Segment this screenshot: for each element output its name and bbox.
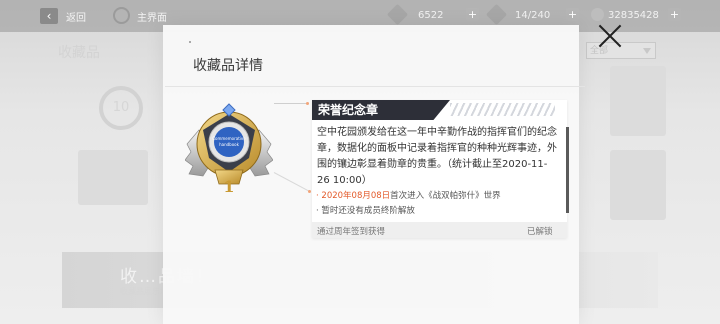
back-button-label[interactable]: 返回 — [66, 9, 86, 24]
collection-page-title: 收藏品 — [58, 45, 100, 61]
coin-count: 32835428 — [608, 10, 659, 21]
medal-label-2: handbook — [219, 142, 239, 147]
home-button-label[interactable]: 主界面 — [137, 9, 167, 24]
entry-text: 首次进入《战双帕弥什》世界 — [390, 191, 501, 201]
unlock-status: 已解锁 — [527, 227, 553, 237]
divider — [165, 86, 585, 87]
unlock-note: 暂时还没有成员终阶解放 — [321, 206, 415, 216]
entry-date: 2020年08月08日 — [321, 191, 391, 201]
back-arrow-icon[interactable]: ‹ — [40, 8, 58, 24]
honor-medal-icon: Commemorative handbook 1 — [185, 103, 273, 195]
collection-item-circle[interactable]: 10 — [99, 86, 143, 130]
add-coins-button[interactable]: + — [668, 8, 681, 21]
header-stripes — [450, 103, 555, 116]
item-name: 荣誉纪念章 — [318, 103, 379, 117]
storage-count: 14/240 — [515, 10, 551, 21]
add-storage-button[interactable]: + — [566, 8, 579, 21]
connector-dot — [308, 190, 311, 193]
close-x-icon[interactable] — [596, 22, 624, 50]
item-description: 空中花园颁发给在这一年中辛勤作战的指挥官们的纪念章，数据化的面板中记录着指挥官的… — [317, 127, 557, 186]
coin-icon — [591, 8, 604, 21]
home-icon[interactable] — [113, 7, 130, 24]
note-line: · 暂时还没有成员终阶解放 — [316, 206, 415, 216]
description-scrollbar[interactable] — [566, 127, 569, 213]
collection-tile[interactable] — [610, 66, 666, 136]
add-stamina-button[interactable]: + — [466, 8, 479, 21]
medal-number: 1 — [223, 177, 234, 195]
collection-tile[interactable] — [610, 150, 666, 220]
entry-date-line: · 2020年08月08日首次进入《战双帕弥什》世界 — [316, 191, 501, 201]
collection-tile[interactable] — [78, 150, 148, 205]
connector-line — [274, 103, 306, 104]
acquire-source: 通过周年签到获得 — [317, 227, 386, 237]
connector-dot — [306, 102, 309, 105]
modal-title: 收藏品详情 — [193, 58, 263, 74]
medal-label-1: Commemorative — [212, 136, 246, 141]
decor-dot — [189, 41, 191, 43]
stamina-count: 6522 — [418, 10, 444, 21]
